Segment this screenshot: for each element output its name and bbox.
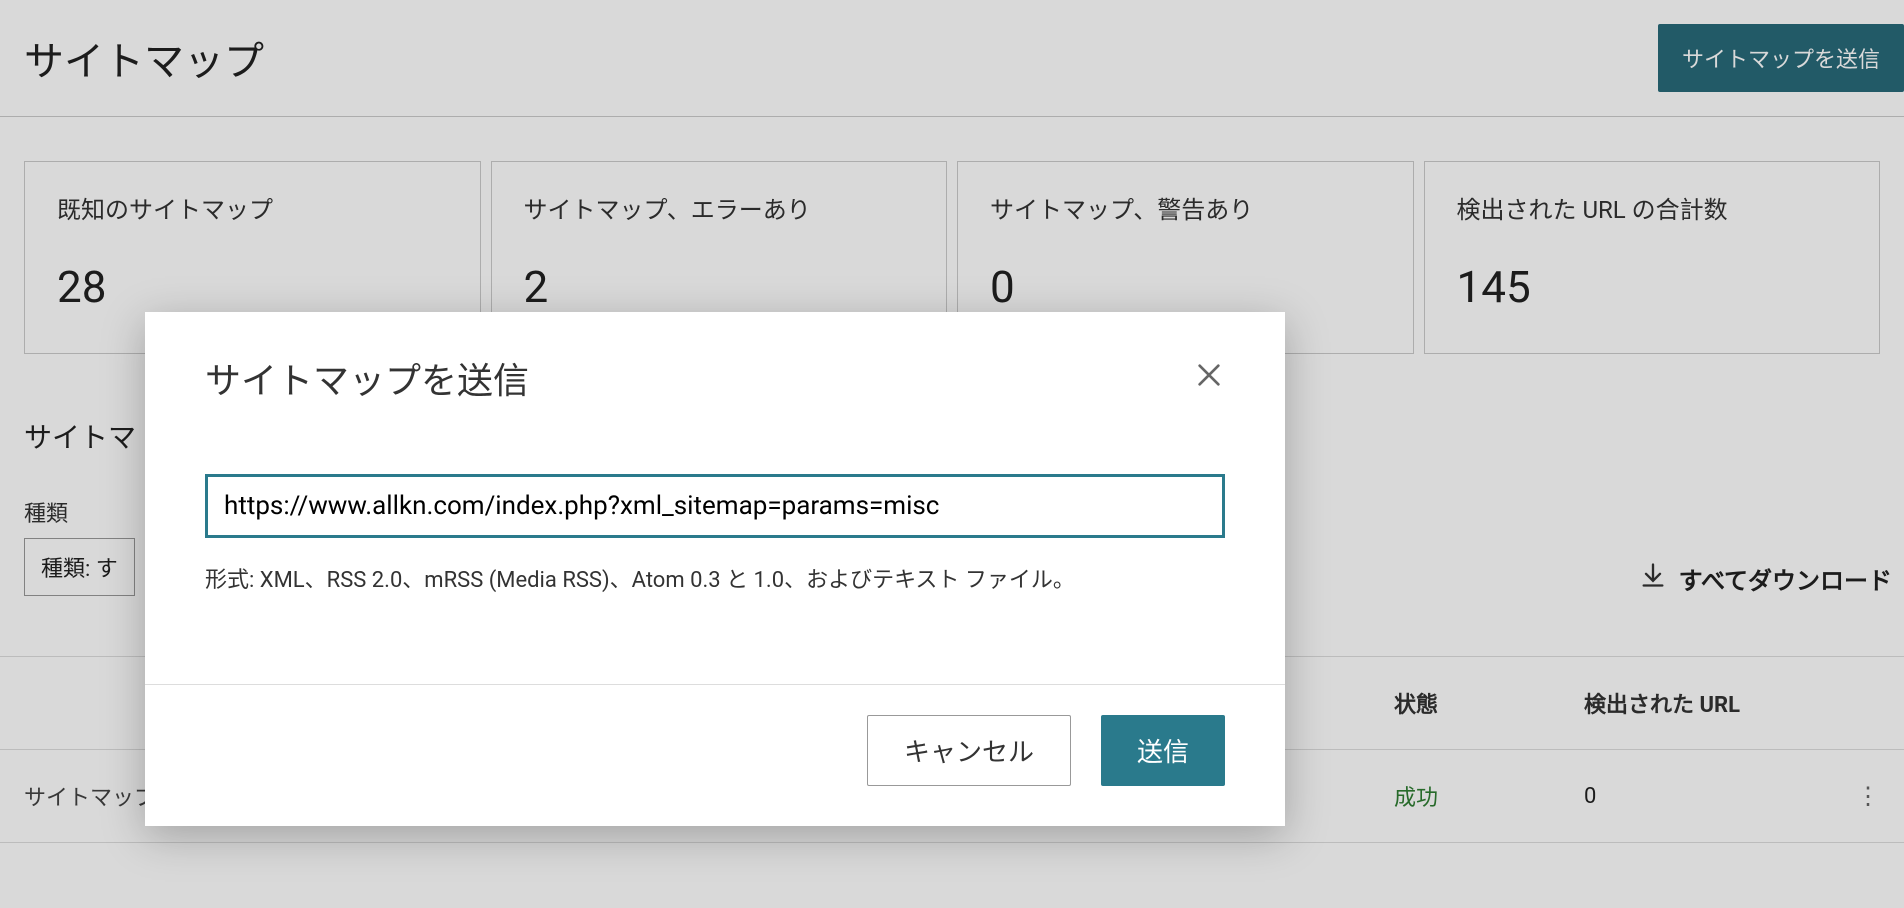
- submit-sitemap-modal: サイトマップを送信 形式: XML、RSS 2.0、mRSS (Media RS…: [145, 312, 1285, 826]
- submit-button[interactable]: 送信: [1101, 715, 1225, 786]
- modal-footer: キャンセル 送信: [145, 684, 1285, 826]
- sitemap-url-input[interactable]: [205, 474, 1225, 538]
- modal-header: サイトマップを送信: [145, 312, 1285, 424]
- modal-body: 形式: XML、RSS 2.0、mRSS (Media RSS)、Atom 0.…: [145, 424, 1285, 624]
- close-icon[interactable]: [1193, 359, 1225, 397]
- modal-title: サイトマップを送信: [205, 352, 529, 404]
- format-hint: 形式: XML、RSS 2.0、mRSS (Media RSS)、Atom 0.…: [205, 562, 1225, 594]
- cancel-button[interactable]: キャンセル: [867, 715, 1071, 786]
